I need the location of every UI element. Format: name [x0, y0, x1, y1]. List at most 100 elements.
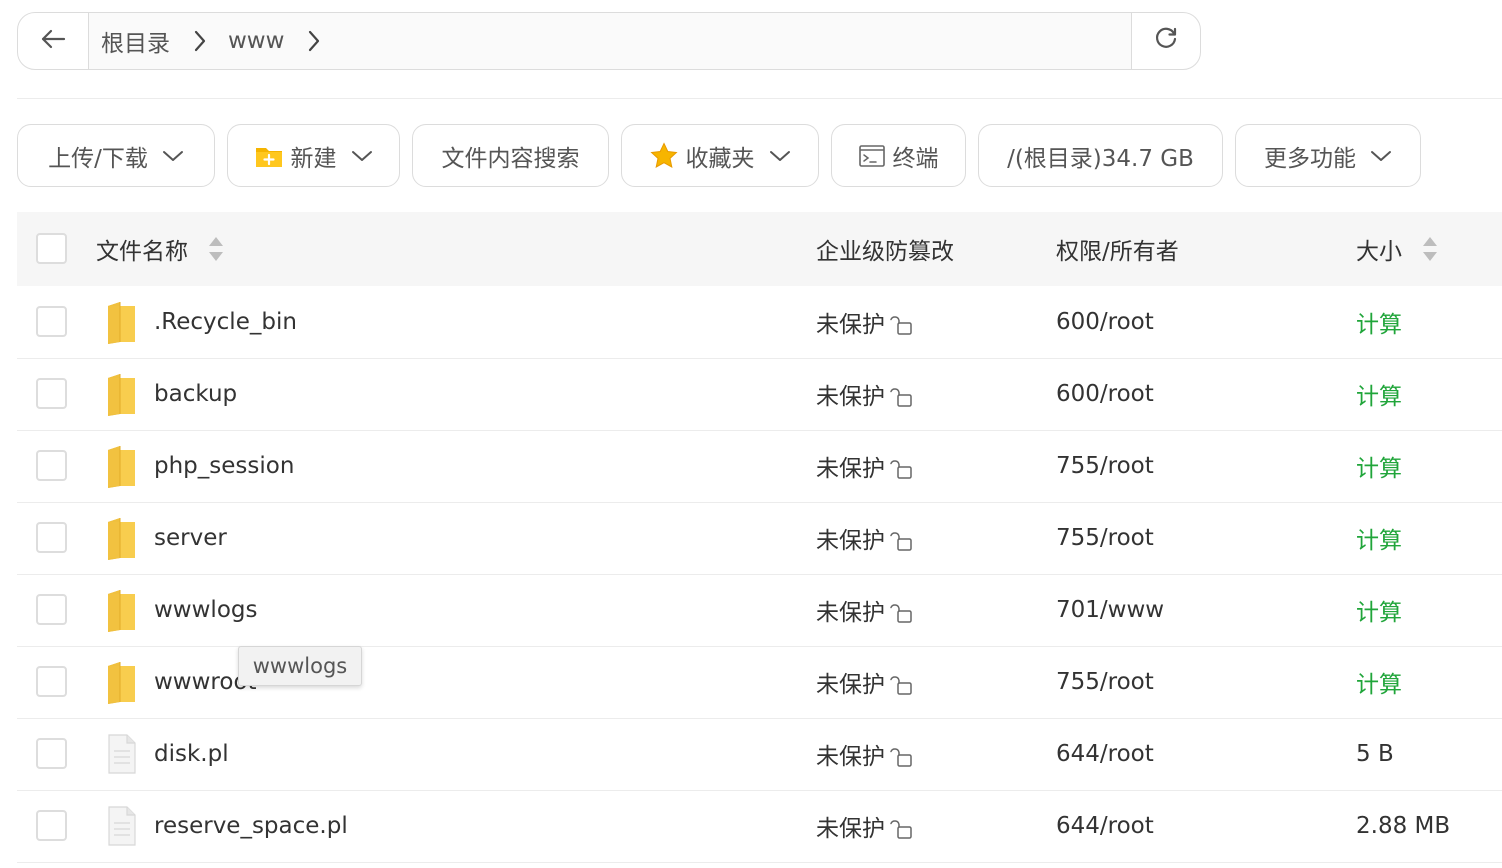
- table-row[interactable]: backup 未保护 600/root 计算: [17, 358, 1502, 431]
- table-row[interactable]: disk.pl 未保护 644/root 5 B: [17, 718, 1502, 791]
- permission-cell[interactable]: 755/root: [1056, 646, 1154, 718]
- table-row[interactable]: .Recycle_bin 未保护 600/root 计算: [17, 286, 1502, 359]
- unlock-icon[interactable]: [889, 602, 913, 624]
- calculate-size-link[interactable]: 计算: [1356, 377, 1402, 411]
- content-search-button[interactable]: 文件内容搜索: [412, 124, 609, 187]
- unlock-icon[interactable]: [889, 458, 913, 480]
- unlock-icon[interactable]: [889, 746, 913, 768]
- refresh-icon: [1153, 26, 1179, 56]
- permission-owner[interactable]: 755/root: [1056, 669, 1154, 695]
- permission-cell[interactable]: 644/root: [1056, 790, 1154, 862]
- table-row[interactable]: wwwlogs 未保护 701/www 计算: [17, 574, 1502, 647]
- back-button[interactable]: [18, 13, 89, 69]
- upload-download-button[interactable]: 上传/下载: [17, 124, 215, 187]
- permission-owner[interactable]: 600/root: [1056, 309, 1154, 335]
- protection-cell[interactable]: 未保护: [816, 286, 913, 358]
- protection-status[interactable]: 未保护: [816, 809, 885, 843]
- new-folder-icon: [255, 144, 283, 168]
- select-all-checkbox[interactable]: [36, 233, 67, 264]
- name-cell[interactable]: wwwlogs: [104, 574, 257, 646]
- size-cell[interactable]: 计算: [1356, 646, 1402, 718]
- permission-owner[interactable]: 600/root: [1056, 381, 1154, 407]
- size-cell[interactable]: 计算: [1356, 502, 1402, 574]
- row-checkbox[interactable]: [36, 378, 67, 409]
- file-name[interactable]: disk.pl: [154, 741, 229, 767]
- terminal-button[interactable]: 终端: [831, 124, 966, 187]
- permission-cell[interactable]: 755/root: [1056, 502, 1154, 574]
- header-name[interactable]: 文件名称: [96, 212, 224, 286]
- file-name[interactable]: php_session: [154, 453, 294, 479]
- protection-status[interactable]: 未保护: [816, 665, 885, 699]
- new-button[interactable]: 新建: [227, 124, 400, 187]
- protection-status[interactable]: 未保护: [816, 593, 885, 627]
- protection-cell[interactable]: 未保护: [816, 502, 913, 574]
- row-checkbox[interactable]: [36, 810, 67, 841]
- size-cell[interactable]: 计算: [1356, 430, 1402, 502]
- unlock-icon[interactable]: [889, 530, 913, 552]
- row-checkbox[interactable]: [36, 450, 67, 481]
- table-row[interactable]: php_session 未保护 755/root 计算: [17, 430, 1502, 503]
- protection-status[interactable]: 未保护: [816, 449, 885, 483]
- permission-owner[interactable]: 701/www: [1056, 597, 1164, 623]
- name-cell[interactable]: wwwroot: [104, 646, 257, 718]
- permission-owner[interactable]: 644/root: [1056, 741, 1154, 767]
- size-cell[interactable]: 计算: [1356, 286, 1402, 358]
- permission-owner[interactable]: 644/root: [1056, 813, 1154, 839]
- header-size[interactable]: 大小: [1356, 212, 1438, 286]
- permission-owner[interactable]: 755/root: [1056, 525, 1154, 551]
- name-cell[interactable]: server: [104, 502, 227, 574]
- breadcrumb-root[interactable]: 根目录: [101, 24, 170, 58]
- name-cell[interactable]: php_session: [104, 430, 294, 502]
- protection-status[interactable]: 未保护: [816, 305, 885, 339]
- permission-cell[interactable]: 755/root: [1056, 430, 1154, 502]
- refresh-button[interactable]: [1132, 13, 1200, 69]
- file-name[interactable]: backup: [154, 381, 237, 407]
- unlock-icon[interactable]: [889, 674, 913, 696]
- protection-cell[interactable]: 未保护: [816, 790, 913, 862]
- name-cell[interactable]: .Recycle_bin: [104, 286, 297, 358]
- size-cell[interactable]: 计算: [1356, 574, 1402, 646]
- protection-cell[interactable]: 未保护: [816, 646, 913, 718]
- file-name[interactable]: .Recycle_bin: [154, 309, 297, 335]
- permission-owner[interactable]: 755/root: [1056, 453, 1154, 479]
- calculate-size-link[interactable]: 计算: [1356, 521, 1402, 555]
- calculate-size-link[interactable]: 计算: [1356, 665, 1402, 699]
- row-checkbox[interactable]: [36, 666, 67, 697]
- more-functions-button[interactable]: 更多功能: [1235, 124, 1421, 187]
- permission-cell[interactable]: 644/root: [1056, 718, 1154, 790]
- protection-cell[interactable]: 未保护: [816, 358, 913, 430]
- name-cell[interactable]: disk.pl: [104, 718, 229, 790]
- row-checkbox[interactable]: [36, 522, 67, 553]
- table-row[interactable]: server 未保护 755/root 计算: [17, 502, 1502, 575]
- unlock-icon[interactable]: [889, 386, 913, 408]
- breadcrumb-www[interactable]: www: [228, 28, 284, 54]
- disk-button[interactable]: /(根目录)34.7 GB: [978, 124, 1223, 187]
- calculate-size-link[interactable]: 计算: [1356, 305, 1402, 339]
- protection-cell[interactable]: 未保护: [816, 574, 913, 646]
- calculate-size-link[interactable]: 计算: [1356, 593, 1402, 627]
- permission-cell[interactable]: 600/root: [1056, 358, 1154, 430]
- sort-icon[interactable]: [1422, 236, 1438, 262]
- protection-cell[interactable]: 未保护: [816, 718, 913, 790]
- protection-status[interactable]: 未保护: [816, 377, 885, 411]
- row-checkbox[interactable]: [36, 738, 67, 769]
- unlock-icon[interactable]: [889, 818, 913, 840]
- protection-status[interactable]: 未保护: [816, 521, 885, 555]
- protection-cell[interactable]: 未保护: [816, 430, 913, 502]
- table-row[interactable]: reserve_space.pl 未保护 644/root 2.88 MB: [17, 790, 1502, 863]
- row-checkbox[interactable]: [36, 306, 67, 337]
- unlock-icon[interactable]: [889, 314, 913, 336]
- name-cell[interactable]: backup: [104, 358, 237, 430]
- file-name[interactable]: reserve_space.pl: [154, 813, 348, 839]
- sort-icon[interactable]: [208, 236, 224, 262]
- calculate-size-link[interactable]: 计算: [1356, 449, 1402, 483]
- file-name[interactable]: wwwlogs: [154, 597, 257, 623]
- permission-cell[interactable]: 600/root: [1056, 286, 1154, 358]
- protection-status[interactable]: 未保护: [816, 737, 885, 771]
- row-checkbox[interactable]: [36, 594, 67, 625]
- favorites-button[interactable]: 收藏夹: [621, 124, 819, 187]
- size-cell[interactable]: 计算: [1356, 358, 1402, 430]
- name-cell[interactable]: reserve_space.pl: [104, 790, 348, 862]
- permission-cell[interactable]: 701/www: [1056, 574, 1164, 646]
- file-name[interactable]: server: [154, 525, 227, 551]
